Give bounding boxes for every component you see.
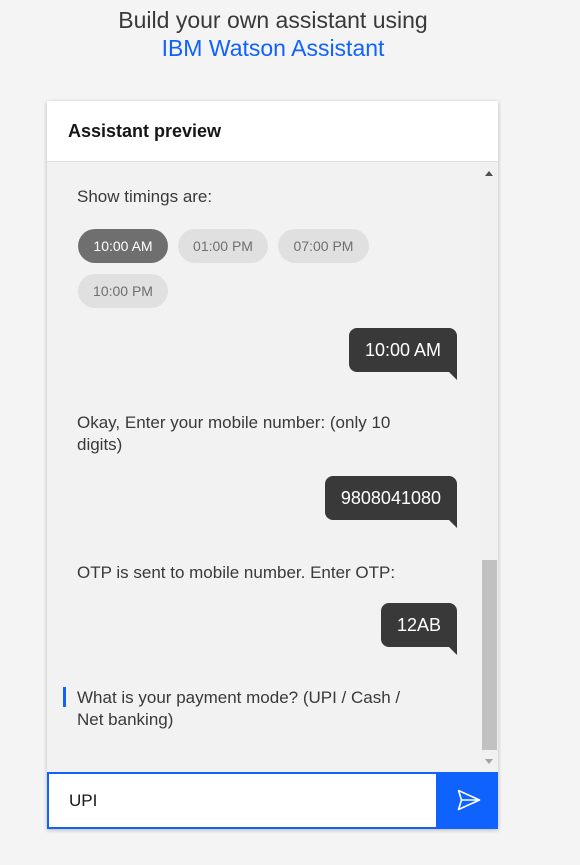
- user-message: 9808041080: [324, 476, 458, 528]
- header-text: Build your own assistant using: [118, 7, 428, 33]
- bot-message: What is your payment mode? (UPI / Cash /…: [77, 688, 401, 729]
- user-message: 10:00 AM: [348, 328, 458, 380]
- chat-scrollbar[interactable]: [481, 162, 498, 772]
- option-chip[interactable]: 07:00 PM: [278, 229, 369, 263]
- bot-message: Okay, Enter your mobile number: (only 10…: [77, 413, 391, 454]
- option-chip[interactable]: 10:00 PM: [78, 274, 168, 308]
- panel-header: Assistant preview: [47, 101, 498, 162]
- chat-messages[interactable]: Show timings are: 10:00 AM 01:00 PM 07:0…: [47, 162, 498, 772]
- scroll-down-arrow-icon[interactable]: [485, 759, 493, 764]
- send-icon: [457, 789, 481, 811]
- watson-assistant-link[interactable]: IBM Watson Assistant: [0, 34, 546, 62]
- option-chip[interactable]: 01:00 PM: [178, 229, 268, 263]
- bot-message: Show timings are:: [77, 187, 213, 206]
- panel-title: Assistant preview: [68, 121, 222, 141]
- option-chip-selected[interactable]: 10:00 AM: [78, 229, 168, 263]
- bot-message: OTP is sent to mobile number. Enter OTP:: [77, 563, 396, 582]
- send-button[interactable]: [438, 772, 498, 829]
- scrollbar-thumb[interactable]: [482, 560, 497, 750]
- assistant-preview-panel: Assistant preview Show timings are: 10:0…: [47, 101, 498, 829]
- message-input[interactable]: [47, 772, 438, 829]
- message-input-row: [47, 772, 498, 829]
- active-message-marker: [63, 687, 66, 707]
- page-header: Build your own assistant using IBM Watso…: [0, 6, 546, 62]
- user-message: 12AB: [380, 603, 458, 655]
- scroll-up-arrow-icon[interactable]: [485, 171, 493, 176]
